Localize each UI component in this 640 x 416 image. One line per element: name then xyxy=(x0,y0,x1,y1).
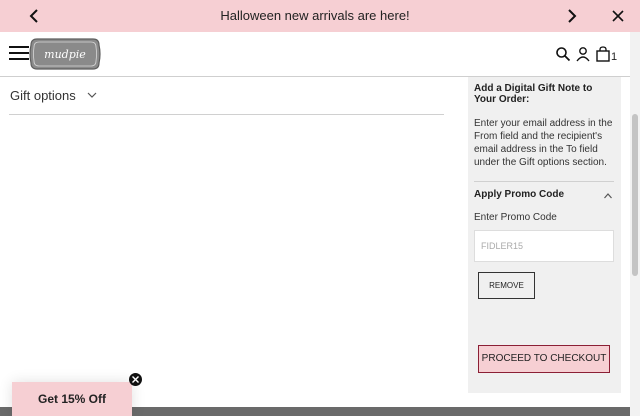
bag-icon[interactable] xyxy=(596,46,610,62)
cart-count-badge[interactable]: 1 xyxy=(611,51,617,63)
search-icon[interactable] xyxy=(555,46,571,62)
chevron-down-icon xyxy=(86,89,98,101)
promo-code-toggle[interactable]: Apply Promo Code xyxy=(474,189,616,203)
proceed-to-checkout-button[interactable]: PROCEED TO CHECKOUT xyxy=(478,345,610,373)
logo[interactable]: mudpie xyxy=(29,37,101,71)
close-icon[interactable] xyxy=(609,7,627,25)
announcement-bar: Halloween new arrivals are here! xyxy=(0,0,640,32)
gift-options-label: Gift options xyxy=(10,87,76,103)
gift-note-title: Add a Digital Gift Note to Your Order: xyxy=(474,83,593,105)
gift-options-toggle[interactable]: Gift options xyxy=(10,85,98,105)
announcement-message[interactable]: Halloween new arrivals are here! xyxy=(0,0,630,32)
promo-code-title: Apply Promo Code xyxy=(474,189,565,200)
gift-note-body: Enter your email address in the From fie… xyxy=(474,118,613,168)
svg-text:mudpie: mudpie xyxy=(44,48,86,61)
site-header: mudpie 1 xyxy=(0,32,630,77)
promo-code-label: Enter Promo Code xyxy=(474,212,557,223)
discount-popup-button[interactable]: Get 15% Off xyxy=(12,382,132,416)
close-popup-icon[interactable] xyxy=(129,373,142,386)
chevron-up-icon xyxy=(603,191,613,201)
promo-code-input[interactable] xyxy=(474,230,614,262)
chevron-right-icon[interactable] xyxy=(562,7,580,25)
account-icon[interactable] xyxy=(575,46,591,62)
scrollbar-thumb[interactable] xyxy=(632,114,638,276)
hamburger-icon[interactable] xyxy=(9,45,29,61)
divider xyxy=(474,181,614,182)
divider xyxy=(9,114,444,115)
remove-promo-button[interactable]: REMOVE xyxy=(478,272,535,299)
